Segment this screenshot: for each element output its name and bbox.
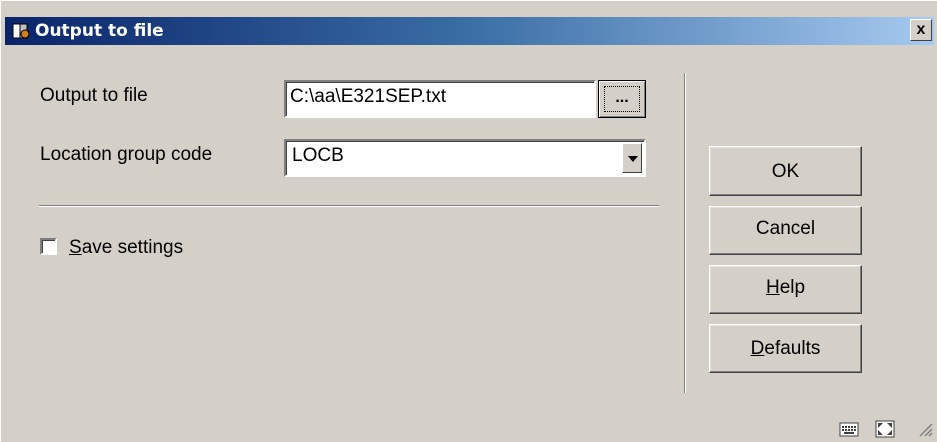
browse-button[interactable]: ... bbox=[598, 80, 646, 118]
separator-vertical bbox=[684, 73, 686, 393]
help-button-label: elp bbox=[779, 277, 806, 298]
defaults-button-label: efaults bbox=[764, 338, 821, 359]
output-file-input[interactable]: C:\aa\E321SEP.txt bbox=[284, 80, 596, 118]
title-bar[interactable]: Output to file x bbox=[5, 17, 934, 45]
location-group-code-label: Location group code bbox=[40, 144, 213, 165]
separator-horizontal bbox=[39, 205, 659, 207]
close-button[interactable]: x bbox=[910, 19, 932, 41]
defaults-button[interactable]: Defaults bbox=[709, 324, 862, 373]
save-settings-checkbox[interactable] bbox=[40, 238, 57, 255]
keyboard-icon[interactable] bbox=[839, 420, 859, 438]
save-settings-text: ave settings bbox=[81, 237, 184, 258]
cancel-button-label: Cancel bbox=[755, 218, 816, 239]
help-button[interactable]: Help bbox=[709, 265, 862, 314]
close-icon: x bbox=[916, 21, 926, 38]
chevron-down-icon[interactable] bbox=[622, 143, 642, 173]
defaults-button-mnemonic: D bbox=[750, 338, 765, 359]
dialog-window: Output to file x Output to file C:\aa\E3… bbox=[0, 0, 937, 442]
resize-icon[interactable] bbox=[875, 420, 895, 438]
output-to-file-label: Output to file bbox=[40, 85, 148, 106]
save-settings-label[interactable]: Save settings bbox=[69, 237, 183, 259]
location-group-code-value: LOCB bbox=[292, 145, 344, 166]
app-icon bbox=[12, 23, 30, 39]
ok-button[interactable]: OK bbox=[709, 146, 862, 196]
output-file-value: C:\aa\E321SEP.txt bbox=[290, 86, 446, 107]
size-grip-icon[interactable] bbox=[914, 420, 934, 438]
window-title: Output to file bbox=[35, 21, 164, 41]
location-group-code-select[interactable]: LOCB bbox=[284, 139, 646, 177]
cancel-button[interactable]: Cancel bbox=[709, 206, 862, 255]
help-button-mnemonic: H bbox=[765, 277, 780, 298]
browse-button-label: ... bbox=[604, 86, 640, 112]
save-settings-mnemonic: S bbox=[69, 237, 82, 258]
ok-button-label: OK bbox=[771, 161, 800, 182]
